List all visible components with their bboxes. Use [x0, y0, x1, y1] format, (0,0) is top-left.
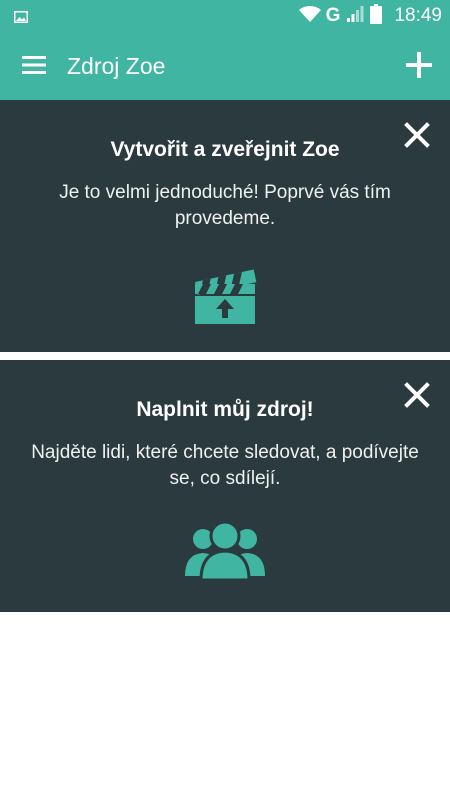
signal-icon: [346, 5, 364, 28]
clapperboard-upload-icon: [192, 260, 258, 326]
image-thumbnail-icon: [14, 10, 28, 28]
card-illustration: [0, 520, 450, 586]
status-time: 18:49: [394, 5, 442, 26]
people-group-icon: [183, 520, 267, 586]
fill-feed-card[interactable]: Naplnit můj zdroj! Najděte lidi, které c…: [0, 360, 450, 612]
status-indicators: G 18:49: [298, 0, 442, 32]
card-description: Najděte lidi, které chcete sledovat, a p…: [31, 442, 419, 489]
battery-icon: [370, 3, 383, 29]
status-bar: G 18:49: [0, 0, 450, 32]
card-title: Vytvořit a zveřejnit Zoe: [110, 138, 340, 161]
network-type: G: [325, 5, 341, 26]
hamburger-menu-icon[interactable]: [22, 55, 46, 75]
page-title: Zdroj Zoe: [67, 53, 166, 79]
wifi-icon: [298, 5, 322, 28]
card-description: Je to velmi jednoduché! Poprvé vás tím p…: [59, 182, 391, 229]
app-bar: Zdroj Zoe: [0, 32, 450, 100]
card-illustration: [0, 260, 450, 326]
create-zoe-card[interactable]: Vytvořit a zveřejnit Zoe Je to velmi jed…: [0, 100, 450, 352]
plus-icon[interactable]: [406, 52, 432, 78]
card-title: Naplnit můj zdroj!: [136, 398, 314, 421]
